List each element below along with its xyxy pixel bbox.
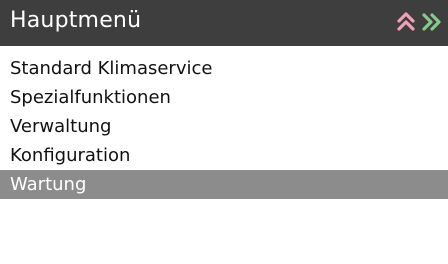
header-bar: Hauptmenü [0, 0, 448, 44]
main-menu-screen: Hauptmenü Standard Klimaservice Spezialf… [0, 0, 448, 264]
main-menu-list: Standard Klimaservice Spezialfunktionen … [0, 54, 448, 199]
header-icons [396, 8, 442, 36]
menu-item-wartung[interactable]: Wartung [0, 170, 448, 199]
menu-item-standard-klimaservice[interactable]: Standard Klimaservice [0, 54, 448, 83]
double-chevron-right-icon[interactable] [420, 12, 442, 32]
menu-item-verwaltung[interactable]: Verwaltung [0, 112, 448, 141]
menu-item-spezialfunktionen[interactable]: Spezialfunktionen [0, 83, 448, 112]
header-divider [0, 44, 448, 46]
menu-item-konfiguration[interactable]: Konfiguration [0, 141, 448, 170]
page-title: Hauptmenü [10, 8, 142, 33]
double-chevron-up-icon[interactable] [396, 11, 416, 33]
